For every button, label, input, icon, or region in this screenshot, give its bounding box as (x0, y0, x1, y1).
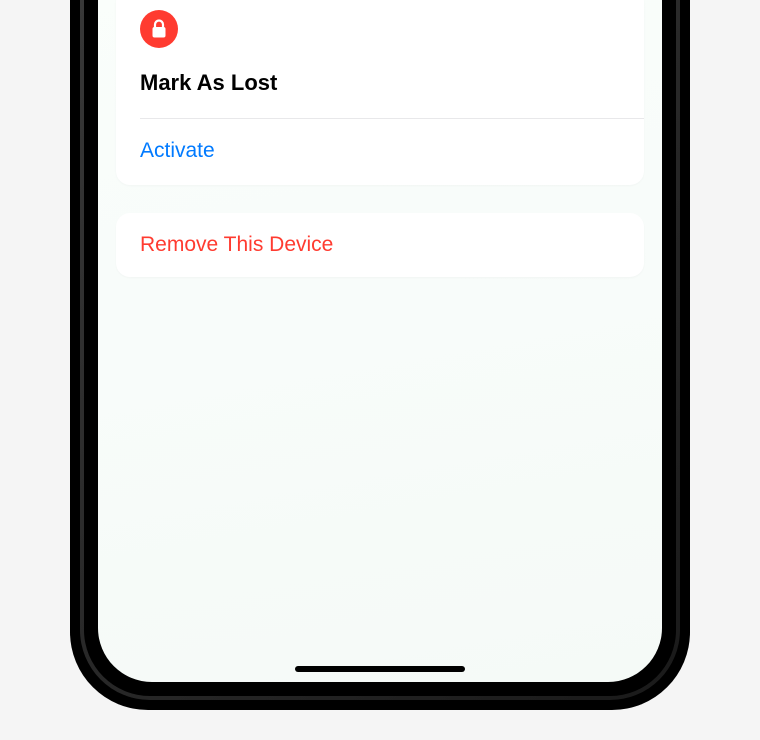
activate-row[interactable]: Activate (140, 119, 620, 185)
mark-as-lost-card: Mark As Lost Activate (116, 0, 644, 185)
remove-device-card[interactable]: Remove This Device (116, 213, 644, 277)
activate-button[interactable]: Activate (140, 139, 215, 162)
phone-screen: Notify When Detached On (98, 0, 662, 682)
phone-frame: Notify When Detached On (70, 0, 690, 710)
remove-device-button[interactable]: Remove This Device (140, 233, 333, 256)
lost-section: Mark As Lost Activate (116, 0, 644, 185)
lock-icon (140, 10, 178, 48)
home-indicator[interactable] (295, 666, 465, 672)
phone-bezel-outer: Notify When Detached On (80, 0, 680, 700)
phone-bezel-inner: Notify When Detached On (84, 0, 676, 696)
mark-as-lost-title: Mark As Lost (140, 70, 620, 118)
